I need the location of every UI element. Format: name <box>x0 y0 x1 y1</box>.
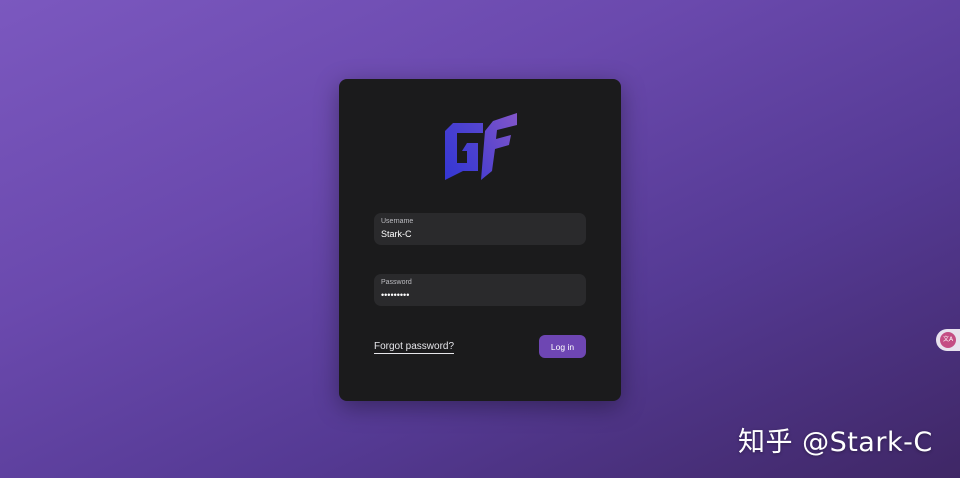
watermark-text: 知乎 @Stark-C <box>738 427 933 458</box>
translate-side-tab[interactable]: 文A <box>936 329 960 351</box>
username-label: Username <box>381 218 414 225</box>
username-field[interactable]: Username <box>374 213 586 245</box>
password-input[interactable] <box>381 289 579 302</box>
login-card: Username Password Forgot password? Log i… <box>339 79 621 401</box>
translate-icon: 文A <box>940 332 956 348</box>
login-button[interactable]: Log in <box>539 335 586 358</box>
password-label: Password <box>381 279 412 286</box>
password-field[interactable]: Password <box>374 274 586 306</box>
username-input[interactable] <box>381 228 579 241</box>
forgot-password-link[interactable]: Forgot password? <box>374 341 455 354</box>
gf-logo-icon <box>445 113 517 180</box>
